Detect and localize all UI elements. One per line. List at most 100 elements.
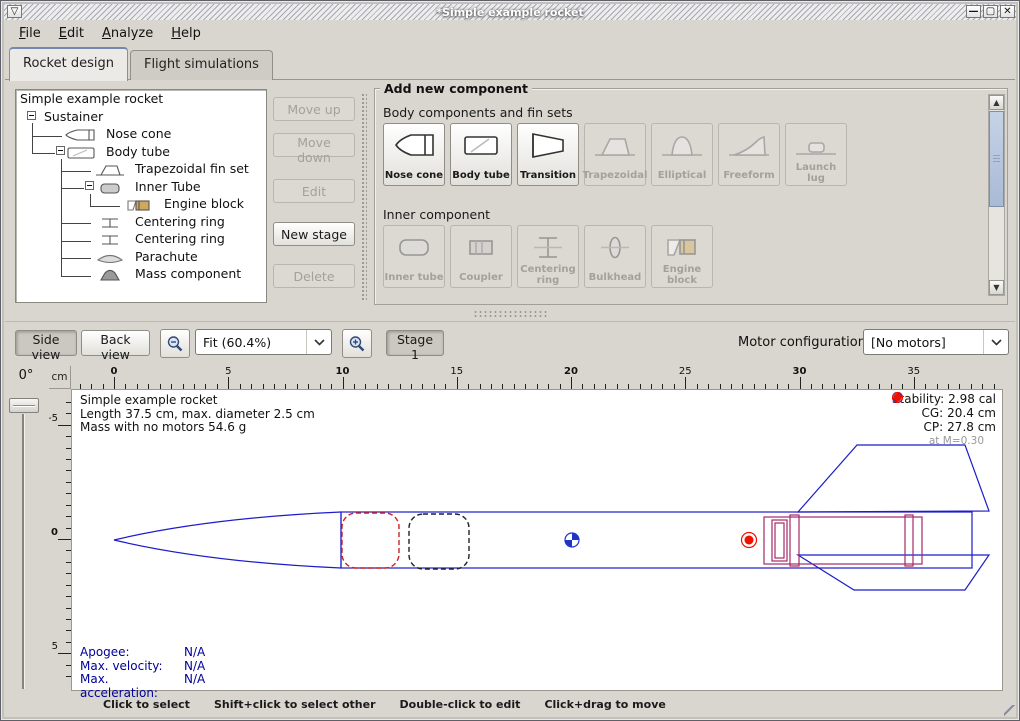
move-up-button: Move up xyxy=(273,97,355,121)
inner-tube-shape[interactable] xyxy=(764,517,922,564)
tree-item-engine-block[interactable]: Engine block xyxy=(16,195,266,213)
tree-item-label: Mass component xyxy=(135,266,241,281)
centering-ring-icon xyxy=(93,215,127,229)
status-hint: Click to select xyxy=(103,698,190,711)
upper-fin-shape[interactable] xyxy=(798,445,989,512)
freeform-fin-icon xyxy=(727,127,771,163)
centering-ring-shape[interactable] xyxy=(905,515,913,566)
add-component-panel: Add new component Body components and fi… xyxy=(373,81,1009,309)
rocket-diagram[interactable] xyxy=(72,390,1002,690)
rotation-slider-handle[interactable] xyxy=(9,398,39,413)
coupler-icon xyxy=(459,229,503,265)
tree-guide-line xyxy=(61,241,91,242)
cp-legend-icon xyxy=(892,392,903,403)
scrollbar-thumb[interactable] xyxy=(989,111,1004,207)
tree-collapse-icon[interactable] xyxy=(27,111,36,120)
tab-flight-simulations[interactable]: Flight simulations xyxy=(130,50,273,80)
ruler-tick xyxy=(685,377,686,389)
close-button[interactable]: ✕ xyxy=(1000,5,1015,18)
menu-edit[interactable]: Edit xyxy=(51,23,92,44)
parachute-shape[interactable] xyxy=(342,513,399,568)
add-bulkhead-button: Bulkhead xyxy=(584,225,646,288)
add-nose-cone-button[interactable]: Nose cone xyxy=(383,123,445,186)
tree-item-centering-ring[interactable]: Centering ring xyxy=(16,230,266,248)
ruler-tick-label: 5 xyxy=(52,641,58,652)
menu-file[interactable]: File xyxy=(11,23,49,44)
add-body-tube-button[interactable]: Body tube xyxy=(450,123,512,186)
ruler-tick-label: 35 xyxy=(907,366,920,377)
app-window: ▽ *Simple example rocket —▢✕ FileEditAna… xyxy=(0,0,1020,721)
flight-data-row: Max. velocity:N/A xyxy=(80,660,205,674)
maximize-button[interactable]: ▢ xyxy=(983,5,998,18)
menu-analyze[interactable]: Analyze xyxy=(94,23,161,44)
add-engine-block-button: Engine block xyxy=(651,225,713,288)
menu-help[interactable]: Help xyxy=(163,23,209,44)
motor-configuration-select[interactable]: [No motors] xyxy=(863,329,1009,355)
tree-item-mass-component[interactable]: Mass component xyxy=(16,265,266,283)
add-freeform-button: Freeform xyxy=(718,123,780,186)
zoom-in-button[interactable] xyxy=(342,329,372,358)
motor-configuration-value: [No motors] xyxy=(864,335,983,350)
horizontal-splitter-handle[interactable] xyxy=(473,310,549,317)
centering-ring-shape[interactable] xyxy=(790,515,799,566)
chevron-down-icon xyxy=(306,330,331,354)
status-hint: Click+drag to move xyxy=(544,698,665,711)
window-menu-icon[interactable]: ▽ xyxy=(7,5,22,18)
side-view-button[interactable]: Side view xyxy=(15,330,77,356)
tab-strip: Rocket designFlight simulations xyxy=(9,47,273,80)
resize-grip[interactable] xyxy=(1004,705,1016,717)
nose-cone-shape[interactable] xyxy=(114,512,341,568)
component-button-label: Body tube xyxy=(452,171,510,182)
tree-collapse-icon[interactable] xyxy=(85,181,94,190)
add-transition-button[interactable]: Transition xyxy=(517,123,579,186)
menu-bar: FileEditAnalyzeHelp xyxy=(5,21,1015,45)
status-hint-bar: Click to selectShift+click to select oth… xyxy=(5,691,1015,717)
back-view-button[interactable]: Back view xyxy=(81,330,150,356)
zoom-level-select[interactable]: Fit (60.4%) xyxy=(195,329,332,355)
chevron-down-icon xyxy=(983,330,1008,354)
tree-item-trapezoidal-fin-set[interactable]: Trapezoidal fin set xyxy=(16,160,266,178)
zoom-out-button[interactable] xyxy=(160,329,190,358)
engine-block-shape[interactable] xyxy=(772,520,787,561)
rocket-info: Simple example rocket Length 37.5 cm, ma… xyxy=(80,394,315,435)
view-toolbar: Side view Back view Fit (60.4%) Stage 1 xyxy=(5,321,1015,364)
vertical-splitter-handle[interactable] xyxy=(361,93,367,301)
new-stage-button[interactable]: New stage xyxy=(273,222,355,246)
rocket-length: Length 37.5 cm, max. diameter 2.5 cm xyxy=(80,408,315,422)
ruler-tick xyxy=(114,377,115,389)
minimize-button[interactable]: — xyxy=(966,5,981,18)
scroll-up-icon[interactable]: ▲ xyxy=(989,95,1004,110)
move-down-button: Move down xyxy=(273,133,355,157)
title-bar[interactable]: ▽ *Simple example rocket —▢✕ xyxy=(4,4,1016,20)
tree-item-simple-example-rocket[interactable]: Simple example rocket xyxy=(16,90,266,108)
tree-item-sustainer[interactable]: Sustainer xyxy=(16,108,266,126)
lower-fin-shape[interactable] xyxy=(798,555,989,590)
component-button-label: Freeform xyxy=(723,171,774,182)
centering-ring-icon xyxy=(93,232,127,246)
component-tree[interactable]: Simple example rocketSustainerNose coneB… xyxy=(15,89,267,303)
tree-collapse-icon[interactable] xyxy=(56,146,65,155)
rocket-canvas[interactable]: Simple example rocket Length 37.5 cm, ma… xyxy=(71,389,1003,691)
ruler-unit-label: cm xyxy=(49,366,71,389)
inner-tube-icon xyxy=(93,180,127,194)
tree-item-parachute[interactable]: Parachute xyxy=(16,248,266,266)
ruler-tick xyxy=(58,539,71,540)
stage-1-toggle[interactable]: Stage 1 xyxy=(386,330,444,356)
scroll-down-icon[interactable]: ▼ xyxy=(989,280,1004,295)
component-button-label: Elliptical xyxy=(658,171,707,182)
elliptical-fin-icon xyxy=(660,127,704,163)
cp-label: CP: xyxy=(924,420,944,434)
rotation-slider-track[interactable] xyxy=(22,414,25,689)
tree-item-nose-cone[interactable]: Nose cone xyxy=(16,125,266,143)
zoom-out-icon xyxy=(166,335,184,353)
tree-item-centering-ring[interactable]: Centering ring xyxy=(16,213,266,231)
launch-lug-icon xyxy=(794,127,838,163)
tree-item-inner-tube[interactable]: Inner Tube xyxy=(16,178,266,196)
tab-rocket-design[interactable]: Rocket design xyxy=(9,47,128,81)
tree-item-body-tube[interactable]: Body tube xyxy=(16,143,266,161)
tree-guide-line xyxy=(90,194,91,206)
cp-marker xyxy=(742,533,757,548)
mass-component-shape[interactable] xyxy=(409,514,469,569)
body-tube-shape[interactable] xyxy=(341,512,972,568)
component-scrollbar[interactable]: ▲ ▼ xyxy=(988,94,1005,296)
